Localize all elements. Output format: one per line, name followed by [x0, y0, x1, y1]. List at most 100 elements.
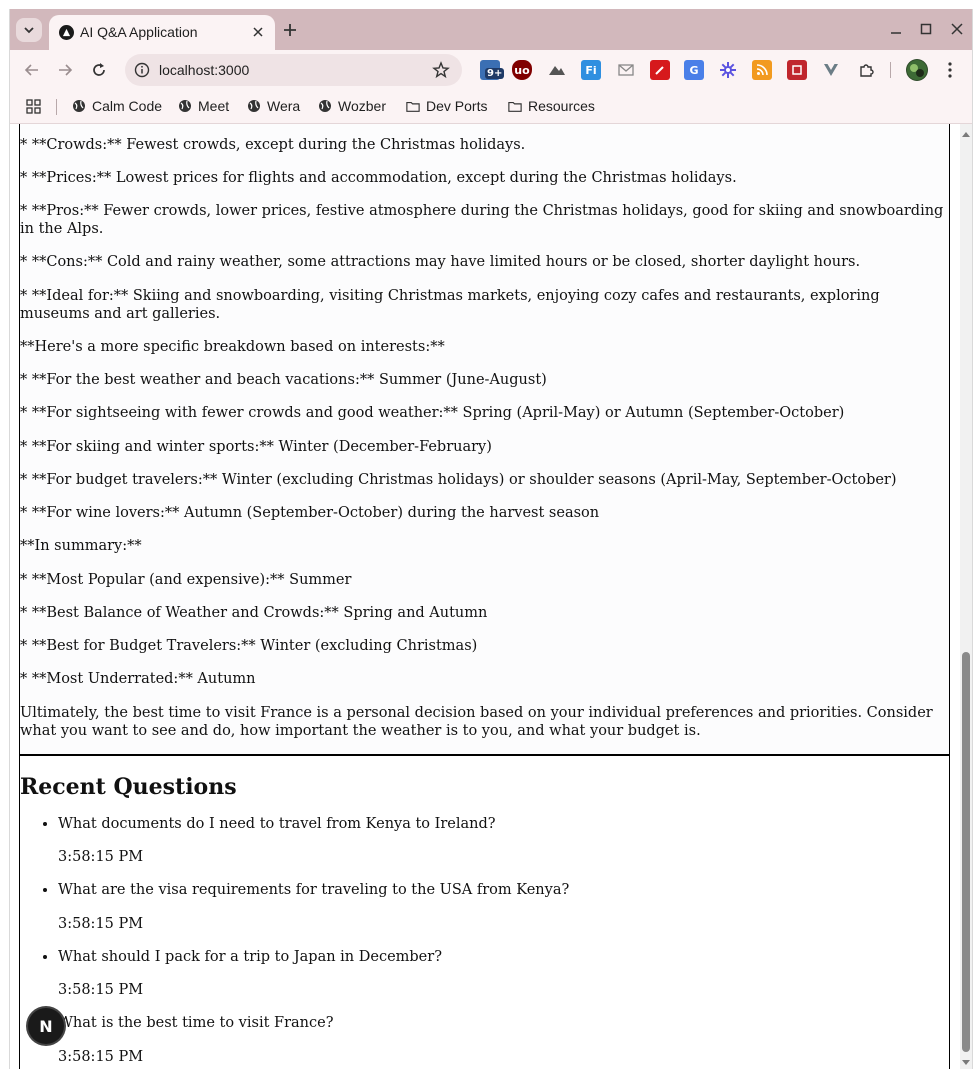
bookmark-resources[interactable]: Resources	[508, 96, 595, 116]
red-extension-icon[interactable]	[787, 60, 807, 80]
extension-badge: 9+	[485, 68, 505, 79]
question-text: What are the visa requirements for trave…	[58, 882, 570, 898]
folder-icon	[406, 99, 420, 113]
globe-icon	[247, 99, 261, 113]
answer-line: * **For wine lovers:** Autumn (September…	[20, 505, 600, 521]
answer-line: * **Crowds:** Fewest crowds, except duri…	[20, 137, 526, 153]
minimize-button[interactable]	[886, 19, 906, 39]
answer-line: * **Best Balance of Weather and Crowds:*…	[20, 605, 488, 621]
fi-extension-icon[interactable]: Fi	[581, 60, 601, 80]
question-time: 3:58:15 PM	[58, 982, 144, 998]
bookmark-star-icon[interactable]	[432, 61, 450, 79]
question-text: What is the best time to visit France?	[58, 1015, 334, 1031]
bookmark-label: Wozber	[338, 98, 386, 114]
answer-line: * **For sightseeing with fewer crowds an…	[20, 405, 845, 421]
apps-button[interactable]	[26, 96, 41, 116]
tab-search-button[interactable]	[16, 18, 42, 42]
scrollbar-thumb[interactable]	[962, 652, 970, 1052]
bookmark-wozber[interactable]: Wozber	[318, 96, 386, 116]
page-content: * **Crowds:** Fewest crowds, except duri…	[19, 124, 950, 1069]
rss-extension-icon[interactable]	[752, 60, 772, 80]
bookmark-calm-code[interactable]: Calm Code	[72, 96, 162, 116]
question-time: 3:58:15 PM	[58, 1049, 144, 1065]
list-item[interactable]: What should I pack for a trip to Japan i…	[58, 948, 949, 999]
app-favicon-icon	[59, 25, 74, 40]
bookmark-label: Meet	[198, 98, 230, 114]
reload-icon	[93, 63, 105, 76]
gear-extension-icon[interactable]	[718, 60, 738, 80]
list-item[interactable]: What is the best time to visit France? 3…	[58, 1014, 949, 1066]
answer-line: **In summary:**	[20, 538, 142, 554]
toolbar-divider	[890, 62, 891, 78]
arrow-right-icon	[59, 64, 73, 76]
tab-title: AI Q&A Application	[80, 24, 198, 40]
maximize-icon	[920, 23, 932, 35]
back-button[interactable]	[21, 59, 43, 81]
answer-line: * **Best for Budget Travelers:** Winter …	[20, 638, 478, 654]
recent-questions-list: What documents do I need to travel from …	[20, 815, 949, 1066]
folder-icon	[508, 99, 522, 113]
reload-button[interactable]	[88, 59, 110, 81]
nextjs-logo-icon: N	[39, 1016, 53, 1036]
page-scrollbar[interactable]	[960, 124, 972, 1069]
list-item[interactable]: What are the visa requirements for trave…	[58, 881, 949, 933]
vue-extension-icon[interactable]	[821, 60, 841, 80]
answer-panel: * **Crowds:** Fewest crowds, except duri…	[19, 124, 950, 756]
bookmark-meet[interactable]: Meet	[178, 96, 229, 116]
globe-icon	[318, 99, 332, 113]
browser-toolbar: localhost:3000 9+ uo Fi G	[10, 50, 972, 90]
question-time: 3:58:15 PM	[58, 849, 144, 865]
answer-line: * **Most Popular (and expensive):** Summ…	[20, 572, 352, 588]
tab-strip: AI Q&A Application	[10, 9, 972, 50]
close-icon	[951, 23, 963, 35]
answer-line: * **For budget travelers:** Winter (excl…	[20, 472, 897, 488]
question-time: 3:58:15 PM	[58, 916, 144, 932]
mountain-extension-icon[interactable]	[547, 60, 567, 80]
plus-icon	[284, 24, 296, 36]
answer-line: * **Cons:** Cold and rainy weather, some…	[20, 254, 861, 270]
tab-close-icon[interactable]	[249, 23, 267, 41]
apps-grid-icon	[26, 98, 41, 114]
more-menu-icon[interactable]	[940, 60, 960, 80]
mail-extension-icon[interactable]	[616, 60, 636, 80]
forward-button[interactable]	[54, 59, 76, 81]
maximize-button[interactable]	[916, 19, 936, 39]
translate-extension-icon[interactable]: G	[684, 60, 704, 80]
list-item[interactable]: What documents do I need to travel from …	[58, 815, 949, 866]
answer-line: * **Most Underrated:** Autumn	[20, 671, 256, 687]
new-tab-button[interactable]	[280, 20, 300, 40]
globe-icon	[178, 99, 192, 113]
bookmarks-divider	[56, 99, 57, 115]
address-bar[interactable]: localhost:3000	[125, 54, 462, 86]
bookmark-wera[interactable]: Wera	[247, 96, 300, 116]
site-info-icon[interactable]	[134, 62, 150, 78]
chevron-down-icon	[24, 27, 34, 34]
nextjs-dev-indicator[interactable]: N	[28, 1008, 64, 1044]
close-window-button[interactable]	[947, 19, 967, 39]
answer-line: * **For the best weather and beach vacat…	[20, 372, 547, 388]
ublock-extension-icon[interactable]: uo	[512, 60, 532, 80]
answer-line: * **Prices:** Lowest prices for flights …	[20, 170, 737, 186]
extensions-puzzle-icon[interactable]	[856, 60, 876, 80]
url-text: localhost:3000	[159, 62, 250, 78]
minimize-icon	[891, 32, 901, 34]
globe-icon	[72, 99, 86, 113]
question-text: What documents do I need to travel from …	[58, 816, 496, 832]
answer-line: **Here's a more specific breakdown based…	[20, 339, 445, 355]
tab-active[interactable]: AI Q&A Application	[49, 15, 275, 50]
answer-line: * **Pros:** Fewer crowds, lower prices, …	[20, 203, 944, 237]
arrow-left-icon	[24, 64, 38, 76]
answer-line: * **Ideal for:** Skiing and snowboarding…	[20, 288, 880, 322]
bookmark-label: Wera	[267, 98, 301, 114]
profile-avatar[interactable]	[906, 59, 928, 81]
scroll-up-arrow-icon[interactable]	[962, 132, 970, 137]
recent-questions-title: Recent Questions	[20, 774, 237, 800]
bookmark-dev-ports[interactable]: Dev Ports	[406, 96, 487, 116]
scroll-down-arrow-icon[interactable]	[962, 1060, 970, 1065]
bookmark-label: Dev Ports	[426, 98, 488, 114]
answer-line: * **For skiing and winter sports:** Wint…	[20, 439, 492, 455]
page-viewport: * **Crowds:** Fewest crowds, except duri…	[10, 124, 960, 1069]
recent-questions-panel: Recent Questions What documents do I nee…	[19, 756, 950, 1069]
tab-counter-extension-icon[interactable]: 9+	[480, 60, 505, 80]
color-picker-extension-icon[interactable]	[650, 60, 670, 80]
